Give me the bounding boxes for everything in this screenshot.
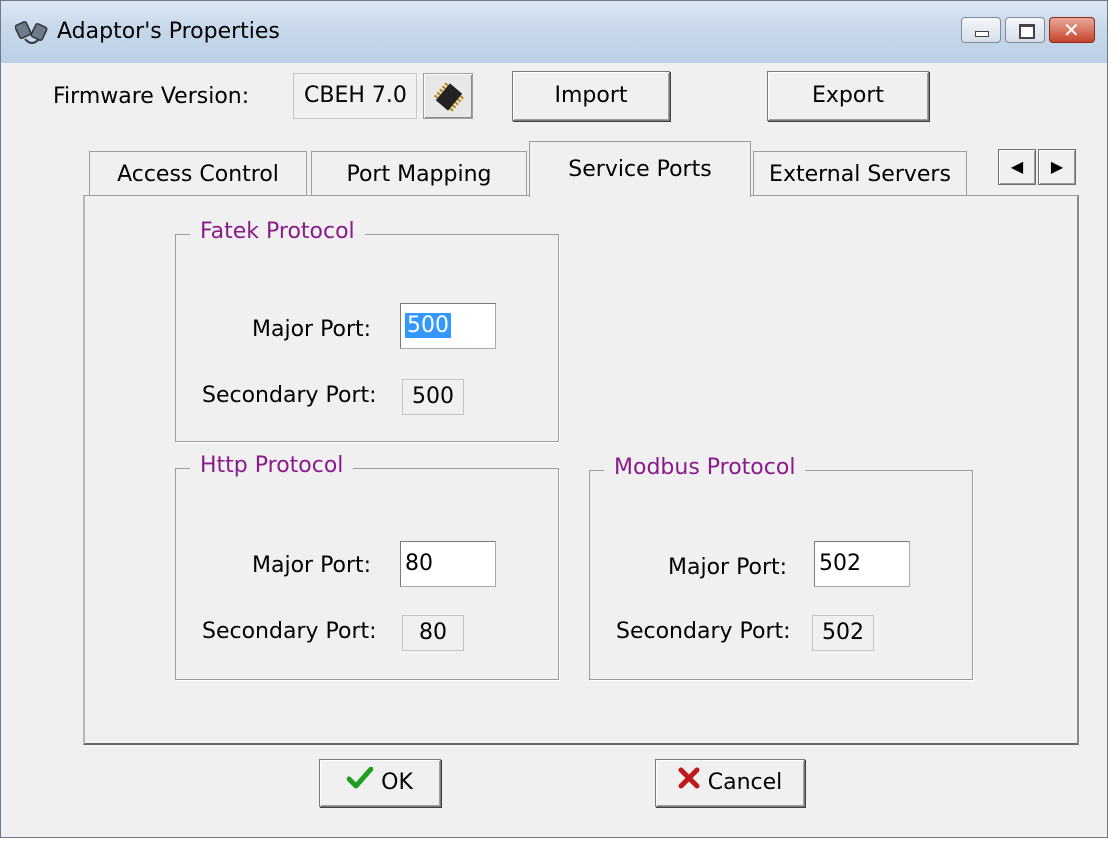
- fatek-secondary-port-value: 500: [402, 379, 464, 415]
- modbus-protocol-group: Modbus Protocol Major Port: 502 Secondar…: [589, 455, 973, 680]
- close-icon: ✕: [1063, 18, 1080, 42]
- tab-scroll-right-icon[interactable]: ▶: [1038, 149, 1076, 185]
- minimize-icon: [975, 31, 989, 37]
- chip-icon: [434, 82, 464, 112]
- window-controls: ✕: [957, 17, 1095, 43]
- cancel-label: Cancel: [707, 770, 783, 795]
- title-bar[interactable]: Adaptor's Properties ✕: [1, 1, 1107, 63]
- http-secondary-port-value: 80: [402, 615, 464, 651]
- tab-external-servers[interactable]: External Servers: [753, 151, 967, 197]
- modbus-major-port-label: Major Port:: [668, 555, 788, 580]
- cancel-button[interactable]: Cancel: [655, 759, 805, 807]
- maximize-icon: [1019, 24, 1035, 39]
- http-protocol-group: Http Protocol Major Port: 80 Secondary P…: [175, 453, 559, 680]
- fatek-protocol-group: Fatek Protocol Major Port: 500 Secondary…: [175, 219, 559, 442]
- modbus-secondary-port-label: Secondary Port:: [616, 619, 791, 644]
- http-major-port-label: Major Port:: [252, 553, 372, 578]
- http-major-port-input[interactable]: 80: [400, 541, 496, 587]
- close-button[interactable]: ✕: [1049, 17, 1095, 43]
- firmware-version-label: Firmware Version:: [53, 84, 250, 109]
- tab-scroll-left-icon[interactable]: ◀: [998, 149, 1036, 185]
- firmware-version-value: CBEH 7.0: [293, 73, 417, 119]
- modbus-secondary-port-value: 502: [812, 615, 874, 651]
- modbus-protocol-title: Modbus Protocol: [604, 455, 806, 480]
- fatek-major-port-value: 500: [405, 313, 451, 338]
- x-icon: [678, 760, 700, 806]
- firmware-chip-button[interactable]: [423, 73, 473, 119]
- import-button[interactable]: Import: [512, 71, 670, 121]
- window-title: Adaptor's Properties: [57, 19, 280, 44]
- ok-button[interactable]: OK: [319, 759, 441, 807]
- service-ports-panel: Fatek Protocol Major Port: 500 Secondary…: [83, 195, 1079, 745]
- fatek-major-port-input[interactable]: 500: [400, 303, 496, 349]
- http-protocol-title: Http Protocol: [190, 453, 354, 478]
- fatek-protocol-title: Fatek Protocol: [190, 219, 365, 244]
- ok-label: OK: [381, 770, 413, 795]
- network-adapter-icon: [14, 17, 49, 49]
- http-secondary-port-label: Secondary Port:: [202, 619, 377, 644]
- tab-port-mapping[interactable]: Port Mapping: [311, 151, 527, 197]
- checkmark-icon: [346, 760, 374, 806]
- minimize-button[interactable]: [961, 17, 1001, 43]
- tab-access-control[interactable]: Access Control: [89, 151, 307, 197]
- fatek-secondary-port-label: Secondary Port:: [202, 383, 377, 408]
- tab-scroll-arrows: ◀ ▶: [998, 149, 1078, 185]
- fatek-major-port-label: Major Port:: [252, 317, 372, 342]
- maximize-button[interactable]: [1005, 17, 1045, 43]
- tab-service-ports[interactable]: Service Ports: [529, 141, 751, 197]
- modbus-major-port-input[interactable]: 502: [814, 541, 910, 587]
- export-button[interactable]: Export: [767, 71, 929, 121]
- properties-dialog: Adaptor's Properties ✕ Firmware Version:…: [0, 0, 1108, 838]
